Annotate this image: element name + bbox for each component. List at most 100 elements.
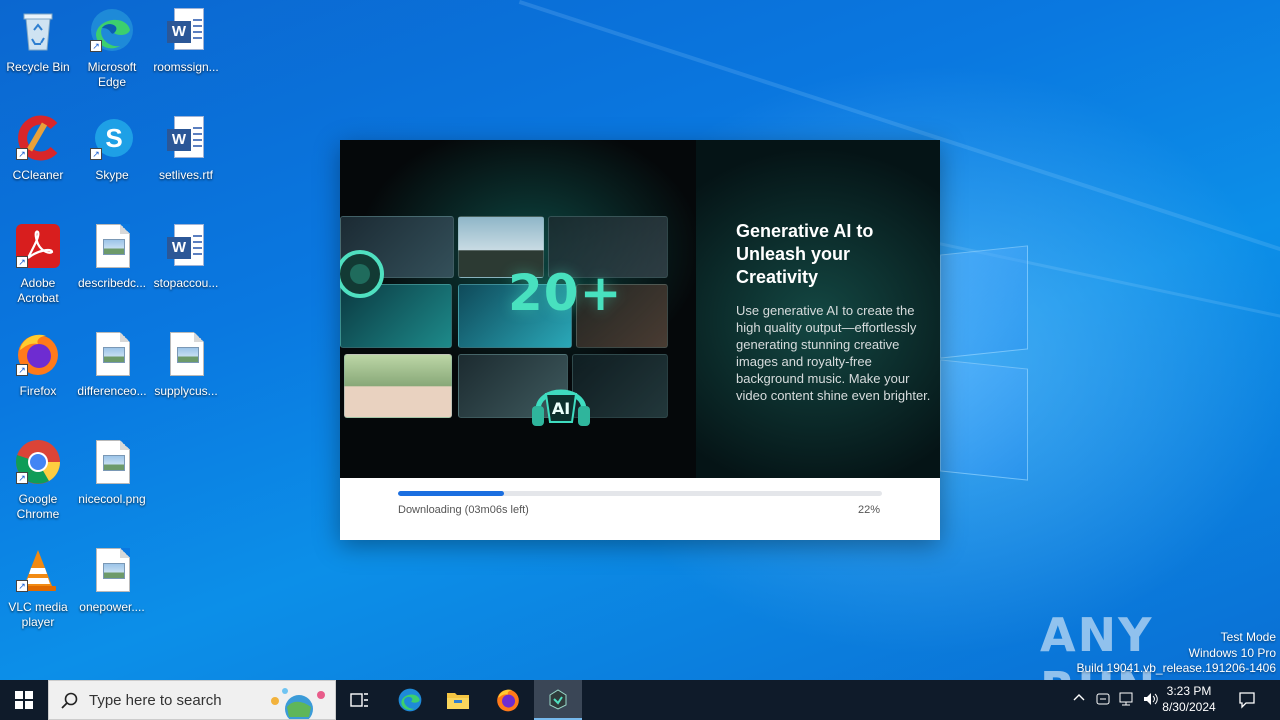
taskbar: Type here to search 3:23 PM 8/30/2024 — [0, 680, 1280, 720]
desktop-icon-label: Adobe Acrobat — [17, 276, 59, 305]
word-document-icon: W — [162, 6, 210, 54]
skype-icon: S ↗ — [88, 114, 136, 162]
video-thumbnail — [344, 354, 452, 418]
shortcut-arrow-icon: ↗ — [90, 148, 102, 160]
desktop-icon-vlc[interactable]: ↗ VLC media player — [0, 546, 76, 646]
promo-description: Use generative AI to create the high qua… — [736, 303, 931, 403]
image-file-icon — [88, 222, 136, 270]
clock-time: 3:23 PM — [1166, 684, 1212, 698]
system-clock[interactable]: 3:23 PM 8/30/2024 — [1156, 683, 1222, 715]
shortcut-arrow-icon: ↗ — [16, 580, 28, 592]
desktop-icon-nicecool[interactable]: nicecool.png — [74, 438, 150, 538]
start-button[interactable] — [0, 680, 48, 720]
desktop-icon-firefox[interactable]: ↗ Firefox — [0, 330, 76, 430]
desktop-icon-describedc[interactable]: describedc... — [74, 222, 150, 322]
notification-icon — [1239, 692, 1255, 709]
action-center-button[interactable] — [1224, 680, 1270, 720]
firefox-icon — [497, 689, 519, 712]
desktop-icon-label: supplycus... — [154, 384, 218, 398]
onedrive-sync-icon[interactable] — [1094, 691, 1112, 709]
desktop-icon-setlives[interactable]: W setlives.rtf — [148, 114, 224, 214]
build-text: Build 19041.vb_release.191206-1406 — [1076, 661, 1277, 675]
desktop-icon-label: Firefox — [19, 384, 57, 398]
desktop-icon-ccleaner[interactable]: ↗ CCleaner — [0, 114, 76, 214]
desktop-icon-label: differenceo... — [77, 384, 147, 398]
shortcut-arrow-icon: ↗ — [16, 256, 28, 268]
search-highlight-illustration-icon — [271, 688, 325, 719]
desktop-icon-label: Recycle Bin — [6, 60, 70, 74]
network-icon[interactable] — [1118, 691, 1136, 709]
desktop-icon-label: describedc... — [77, 276, 147, 290]
task-view-icon — [350, 693, 368, 707]
svg-text:S: S — [105, 123, 122, 153]
desktop-icon-label: VLC media player — [8, 600, 68, 629]
installer-app-icon — [549, 689, 567, 710]
promo-headline: Generative AI to Unleash your Creativity — [736, 221, 874, 287]
desktop-icon-differenceo[interactable]: differenceo... — [74, 330, 150, 430]
desktop-icon-label: setlives.rtf — [158, 168, 213, 182]
image-file-icon — [88, 330, 136, 378]
progress-bar — [398, 491, 882, 496]
desktop-icon-onepower[interactable]: onepower.... — [74, 546, 150, 646]
shortcut-arrow-icon: ↗ — [16, 148, 28, 160]
desktop-icon-label: onepower.... — [79, 600, 145, 614]
taskbar-edge[interactable] — [386, 680, 434, 720]
desktop-icon-label: CCleaner — [12, 168, 64, 182]
desktop-icon-label: Google Chrome — [16, 492, 60, 521]
desktop-icon-label: nicecool.png — [78, 492, 146, 506]
firefox-icon: ↗ — [14, 330, 62, 378]
desktop-icon-label: roomssign... — [153, 60, 219, 74]
vlc-icon: ↗ — [14, 546, 62, 594]
adobe-acrobat-icon: ↗ — [14, 222, 62, 270]
ccleaner-icon: ↗ — [14, 114, 62, 162]
download-status-text: Downloading (03m06s left) — [398, 504, 529, 516]
search-icon — [61, 692, 78, 709]
desktop-icon-supplycus[interactable]: supplycus... — [148, 330, 224, 430]
image-file-icon — [88, 438, 136, 486]
shortcut-arrow-icon: ↗ — [16, 364, 28, 376]
desktop-icon-microsoft-edge[interactable]: ↗ Microsoft Edge — [74, 6, 150, 106]
music-badge-icon — [340, 250, 384, 298]
download-progress-section: Downloading (03m06s left) 22% — [340, 478, 940, 540]
edge-icon — [398, 688, 422, 712]
chrome-icon: ↗ — [14, 438, 62, 486]
taskbar-firefox[interactable] — [484, 680, 532, 720]
edition-text: Windows 10 Pro — [1188, 645, 1276, 660]
taskbar-file-explorer[interactable] — [434, 680, 482, 720]
task-view-button[interactable] — [336, 680, 384, 720]
progress-bar-fill — [398, 491, 505, 496]
banner-artwork: 20+ AI — [340, 140, 696, 478]
windows-start-icon — [15, 691, 33, 709]
shortcut-arrow-icon: ↗ — [16, 472, 28, 484]
taskbar-installer-app[interactable] — [534, 680, 582, 720]
desktop-icon-skype[interactable]: S ↗ Skype — [74, 114, 150, 214]
ai-badge-text: AI — [552, 399, 570, 418]
desktop-icon-adobe-acrobat[interactable]: ↗ Adobe Acrobat — [0, 222, 76, 322]
desktop: Recycle Bin ↗ Microsoft Edge W roomssign… — [0, 0, 1280, 680]
download-percent: 22% — [857, 504, 880, 516]
installer-window: 20+ AI Generative AI to Unleash your Cre… — [340, 140, 940, 540]
windows-watermark: Test Mode Windows 10 Pro Build 19041.vb_… — [1077, 630, 1277, 677]
desktop-icon-label: Microsoft Edge — [87, 60, 137, 89]
word-document-icon: W — [162, 222, 210, 270]
feature-count: 20+ — [508, 264, 623, 322]
desktop-icon-label: stopaccou... — [153, 276, 219, 290]
test-mode-text: Test Mode — [1220, 630, 1276, 644]
desktop-icon-roomssign[interactable]: W roomssign... — [148, 6, 224, 106]
taskbar-search-box[interactable]: Type here to search — [48, 680, 336, 720]
desktop-icon-recycle-bin[interactable]: Recycle Bin — [0, 6, 76, 106]
desktop-icon-label: Skype — [95, 168, 129, 182]
image-file-icon — [88, 546, 136, 594]
recycle-bin-icon — [14, 6, 62, 54]
edge-icon: ↗ — [88, 6, 136, 54]
show-hidden-icons-chevron-icon[interactable] — [1070, 691, 1088, 709]
image-file-icon — [162, 330, 210, 378]
shortcut-arrow-icon: ↗ — [90, 40, 102, 52]
desktop-icon-google-chrome[interactable]: ↗ Google Chrome — [0, 438, 76, 538]
ai-headphones-icon: AI — [532, 389, 590, 426]
desktop-icon-stopaccou[interactable]: W stopaccou... — [148, 222, 224, 322]
promo-banner: 20+ AI Generative AI to Unleash your Cre… — [340, 140, 940, 478]
search-placeholder: Type here to search — [89, 692, 222, 709]
file-explorer-icon — [447, 693, 469, 709]
clock-date: 8/30/2024 — [1162, 700, 1216, 714]
